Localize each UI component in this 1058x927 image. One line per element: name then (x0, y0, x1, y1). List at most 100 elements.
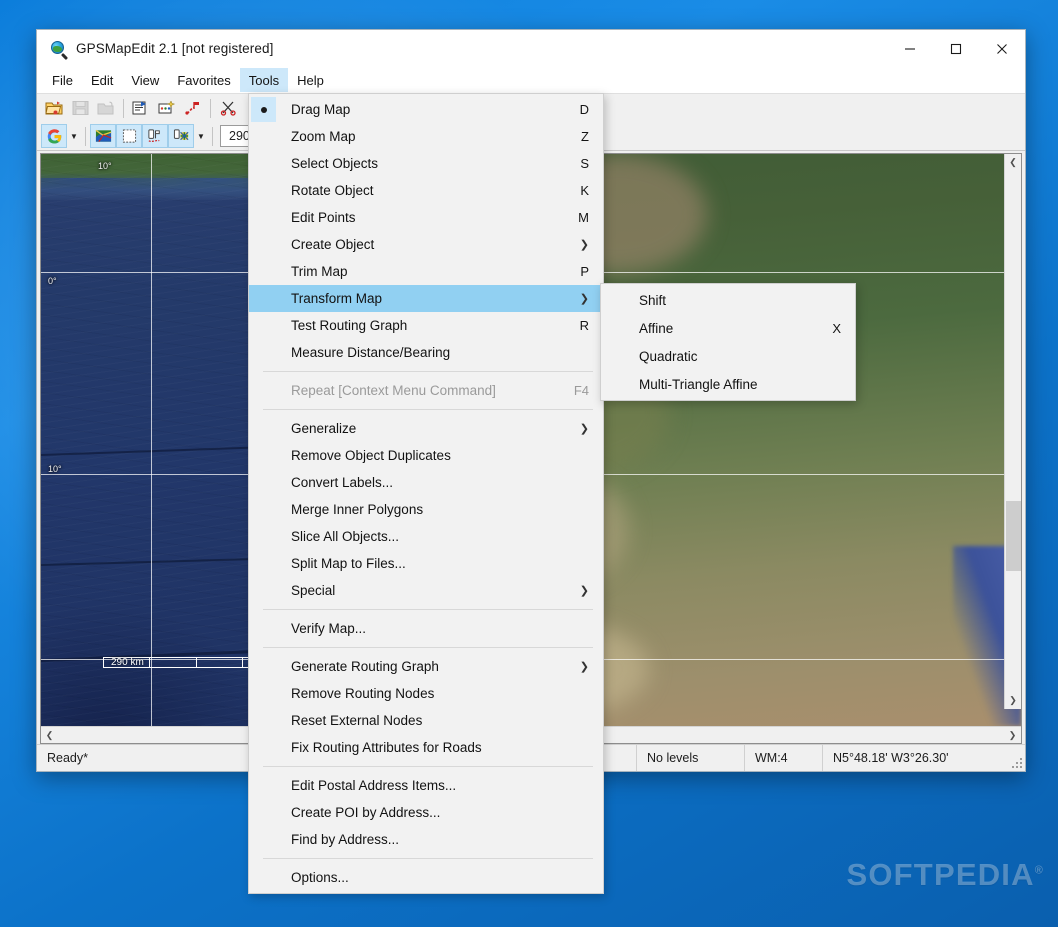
menu-item-remove-routing-nodes[interactable]: Remove Routing Nodes (249, 680, 603, 707)
toolbar-separator (85, 126, 86, 146)
map-properties-button[interactable] (128, 96, 154, 120)
menu-item-convert-labels[interactable]: Convert Labels... (249, 469, 603, 496)
menu-item-generate-routing-graph[interactable]: Generate Routing Graph ❯ (249, 653, 603, 680)
track-layer-icon[interactable] (142, 124, 168, 148)
status-coordinates: N5°48.18' W3°26.30' (833, 751, 949, 765)
menu-item-find-by-address[interactable]: Find by Address... (249, 826, 603, 853)
menu-item-measure-distance-bearing[interactable]: Measure Distance/Bearing (249, 339, 603, 366)
menu-item-label: Trim Map (291, 264, 348, 279)
submenu-item-shift[interactable]: Shift (601, 286, 855, 314)
scroll-right-icon[interactable]: ❯ (1004, 727, 1021, 744)
scroll-left-icon[interactable]: ❮ (41, 727, 58, 744)
chevron-down-icon[interactable]: ▼ (67, 124, 81, 148)
submenu-item-affine[interactable]: Affine X (601, 314, 855, 342)
vertical-scrollbar-right[interactable]: ❮ ❯ (1004, 154, 1021, 709)
menu-item-accel: S (580, 156, 589, 171)
menu-item-options[interactable]: Options... (249, 864, 603, 891)
menu-separator (263, 409, 593, 410)
menu-separator (263, 609, 593, 610)
chevron-down-icon[interactable]: ▼ (194, 124, 208, 148)
tools-dropdown-menu: Drag Map D Zoom Map Z Select Objects S R… (248, 93, 604, 894)
google-g-icon[interactable] (41, 124, 67, 148)
menu-item-label: Split Map to Files... (291, 556, 406, 571)
grid-meridian (151, 154, 152, 726)
open-map-button[interactable] (41, 96, 67, 120)
menu-item-label: Options... (291, 870, 349, 885)
routing-button[interactable] (180, 96, 206, 120)
status-levels: No levels (637, 745, 745, 771)
menu-item-accel: K (580, 183, 589, 198)
menu-item-create-poi-by-address[interactable]: Create POI by Address... (249, 799, 603, 826)
menu-item-label: Convert Labels... (291, 475, 394, 490)
toolbar-separator (210, 98, 211, 118)
menu-bar: File Edit View Favorites Tools Help (37, 68, 1025, 93)
close-button[interactable] (979, 30, 1025, 67)
menu-item-test-routing-graph[interactable]: Test Routing Graph R (249, 312, 603, 339)
resize-gripper[interactable] (1009, 745, 1025, 771)
object-properties-button[interactable] (154, 96, 180, 120)
submenu-item-quadratic[interactable]: Quadratic (601, 342, 855, 370)
menu-item-select-objects[interactable]: Select Objects S (249, 150, 603, 177)
map-pane-left[interactable]: 10° 0° 10° 290 km ❮ (40, 153, 256, 744)
menu-item-transform-map[interactable]: Transform Map ❯ (249, 285, 603, 312)
close-map-button[interactable] (93, 96, 119, 120)
map-view-left[interactable]: 10° 0° 10° 290 km (41, 154, 255, 726)
cut-button[interactable] (215, 96, 241, 120)
menubar-item-favorites[interactable]: Favorites (168, 68, 239, 92)
menu-item-label: Drag Map (291, 102, 351, 117)
vertical-scroll-track[interactable] (1005, 171, 1022, 692)
chevron-right-icon: ❯ (579, 661, 589, 673)
scroll-down-icon[interactable]: ❯ (1005, 692, 1022, 709)
menu-item-verify-map[interactable]: Verify Map... (249, 615, 603, 642)
menu-item-edit-postal-address-items[interactable]: Edit Postal Address Items... (249, 772, 603, 799)
menu-item-generalize[interactable]: Generalize ❯ (249, 415, 603, 442)
submenu-item-multi-triangle-affine[interactable]: Multi-Triangle Affine (601, 370, 855, 398)
menubar-item-tools[interactable]: Tools (239, 68, 289, 92)
menu-item-fix-routing-attributes-for-roads[interactable]: Fix Routing Attributes for Roads (249, 734, 603, 761)
menu-item-label: Special (291, 583, 336, 598)
submenu-item-label: Quadratic (639, 348, 698, 364)
horizontal-scrollbar-left[interactable]: ❮ (41, 726, 255, 743)
radio-bullet-icon (251, 97, 276, 122)
minimize-button[interactable] (887, 30, 933, 67)
menu-item-edit-points[interactable]: Edit Points M (249, 204, 603, 231)
menubar-item-help[interactable]: Help (288, 68, 333, 92)
menubar-item-view[interactable]: View (122, 68, 168, 92)
menu-item-create-object[interactable]: Create Object ❯ (249, 231, 603, 258)
map-layer-icon[interactable] (90, 124, 116, 148)
menu-item-drag-map[interactable]: Drag Map D (249, 96, 603, 123)
menu-item-slice-all-objects[interactable]: Slice All Objects... (249, 523, 603, 550)
chevron-right-icon: ❯ (579, 423, 589, 435)
menu-item-special[interactable]: Special ❯ (249, 577, 603, 604)
menu-item-label: Slice All Objects... (291, 529, 400, 544)
menu-item-label: Create Object (291, 237, 375, 252)
menu-item-rotate-object[interactable]: Rotate Object K (249, 177, 603, 204)
menu-item-trim-map[interactable]: Trim Map P (249, 258, 603, 285)
menu-item-label: Repeat [Context Menu Command] (291, 383, 496, 398)
blank-page-icon[interactable] (116, 124, 142, 148)
scroll-up-icon[interactable]: ❮ (1005, 154, 1022, 171)
menu-separator (263, 858, 593, 859)
menu-item-label: Measure Distance/Bearing (291, 345, 451, 360)
chevron-right-icon: ❯ (579, 585, 589, 597)
menu-item-label: Merge Inner Polygons (291, 502, 424, 517)
vertical-scroll-thumb[interactable] (1005, 501, 1021, 571)
menu-separator (263, 371, 593, 372)
scale-bar-label: 290 km (111, 657, 144, 668)
save-map-button[interactable] (67, 96, 93, 120)
maximize-button[interactable] (933, 30, 979, 67)
ocean-texture (41, 154, 255, 726)
menubar-item-file[interactable]: File (43, 68, 82, 92)
menu-item-accel: R (579, 318, 589, 333)
menu-item-label: Rotate Object (291, 183, 374, 198)
menubar-item-edit[interactable]: Edit (82, 68, 122, 92)
menu-item-split-map-to-files[interactable]: Split Map to Files... (249, 550, 603, 577)
menu-item-zoom-map[interactable]: Zoom Map Z (249, 123, 603, 150)
menu-item-reset-external-nodes[interactable]: Reset External Nodes (249, 707, 603, 734)
menu-item-remove-object-duplicates[interactable]: Remove Object Duplicates (249, 442, 603, 469)
waypoint-layer-icon[interactable] (168, 124, 194, 148)
grid-parallel (41, 272, 255, 273)
menu-item-label: Generate Routing Graph (291, 659, 439, 674)
menu-item-merge-inner-polygons[interactable]: Merge Inner Polygons (249, 496, 603, 523)
menu-item-label: Edit Points (291, 210, 356, 225)
